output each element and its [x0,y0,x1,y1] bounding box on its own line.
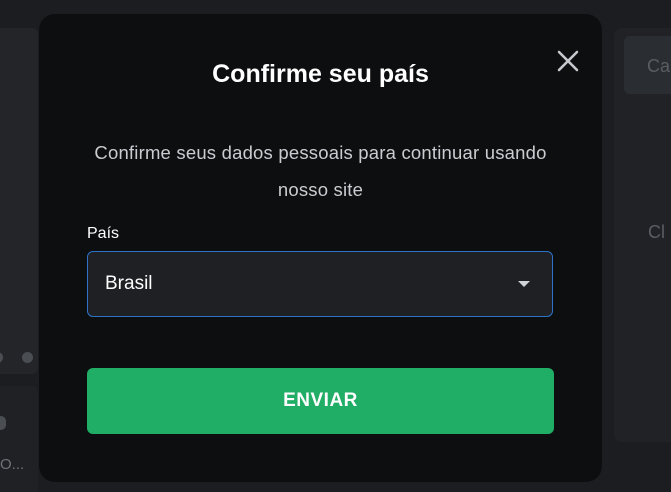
background-card-text: O... [0,456,25,473]
carousel-dots [0,352,42,364]
country-field-label: País [87,225,120,242]
modal-title: Confirme seu país [212,60,429,88]
background-side-button-text: Ca [647,56,671,76]
country-select[interactable]: Brasil [87,251,553,317]
carousel-dot [0,352,3,363]
country-select-value: Brasil [105,273,153,294]
modal-description: Confirme seus dados pessoais para contin… [94,142,547,200]
close-button[interactable] [551,44,585,78]
background-side-text: Cl [648,222,665,242]
background-banner [0,28,38,374]
carousel-dot [22,352,33,363]
close-icon [557,50,579,72]
chevron-down-icon [518,281,530,287]
country-confirm-modal: Confirme seu país Confirme seus dados pe… [39,14,602,482]
submit-button[interactable]: ENVIAR [87,368,554,434]
background-card [0,386,38,492]
